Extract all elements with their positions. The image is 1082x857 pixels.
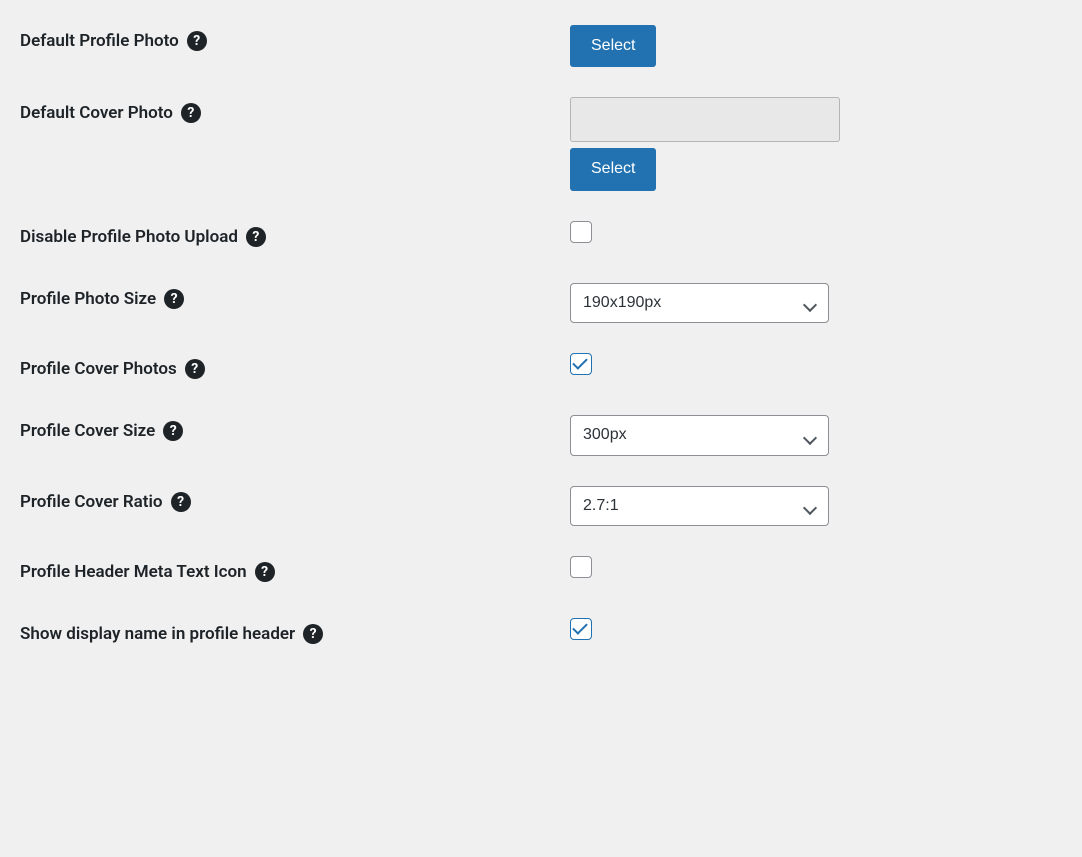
help-icon[interactable]: ? — [164, 289, 184, 309]
row-profile-photo-size: Profile Photo Size ? 190x190px — [20, 268, 1062, 338]
label-disable-profile-photo-upload: Disable Profile Photo Upload — [20, 226, 238, 248]
checkbox-profile-cover-photos[interactable] — [570, 353, 592, 375]
cover-photo-preview — [570, 97, 840, 142]
checkbox-profile-header-meta-text-icon[interactable] — [570, 556, 592, 578]
settings-form-table: Default Profile Photo ? Select Default C… — [20, 10, 1062, 665]
checkbox-disable-profile-photo-upload[interactable] — [570, 221, 592, 243]
label-profile-cover-ratio: Profile Cover Ratio — [20, 491, 163, 513]
select-profile-photo-button[interactable]: Select — [570, 25, 656, 67]
checkbox-show-display-name-in-profile-header[interactable] — [570, 618, 592, 640]
row-profile-cover-ratio: Profile Cover Ratio ? 2.7:1 — [20, 471, 1062, 541]
help-icon[interactable]: ? — [303, 624, 323, 644]
label-profile-photo-size: Profile Photo Size — [20, 288, 156, 310]
label-show-display-name-in-profile-header: Show display name in profile header — [20, 623, 295, 645]
row-show-display-name-in-profile-header: Show display name in profile header ? — [20, 603, 1062, 665]
select-cover-photo-button[interactable]: Select — [570, 148, 656, 190]
label-profile-cover-photos: Profile Cover Photos — [20, 358, 177, 380]
label-profile-cover-size: Profile Cover Size — [20, 420, 155, 442]
row-profile-cover-size: Profile Cover Size ? 300px — [20, 400, 1062, 470]
row-disable-profile-photo-upload: Disable Profile Photo Upload ? — [20, 206, 1062, 268]
select-profile-photo-size[interactable]: 190x190px — [570, 283, 829, 323]
label-default-profile-photo: Default Profile Photo — [20, 30, 179, 52]
select-profile-cover-size[interactable]: 300px — [570, 415, 829, 455]
help-icon[interactable]: ? — [187, 31, 207, 51]
help-icon[interactable]: ? — [255, 562, 275, 582]
row-default-profile-photo: Default Profile Photo ? Select — [20, 10, 1062, 82]
row-default-cover-photo: Default Cover Photo ? Select — [20, 82, 1062, 205]
select-profile-cover-ratio[interactable]: 2.7:1 — [570, 486, 829, 526]
label-default-cover-photo: Default Cover Photo — [20, 102, 173, 124]
row-profile-header-meta-text-icon: Profile Header Meta Text Icon ? — [20, 541, 1062, 603]
row-profile-cover-photos: Profile Cover Photos ? — [20, 338, 1062, 400]
help-icon[interactable]: ? — [246, 227, 266, 247]
help-icon[interactable]: ? — [171, 492, 191, 512]
label-profile-header-meta-text-icon: Profile Header Meta Text Icon — [20, 561, 247, 583]
help-icon[interactable]: ? — [163, 421, 183, 441]
help-icon[interactable]: ? — [185, 359, 205, 379]
help-icon[interactable]: ? — [181, 103, 201, 123]
